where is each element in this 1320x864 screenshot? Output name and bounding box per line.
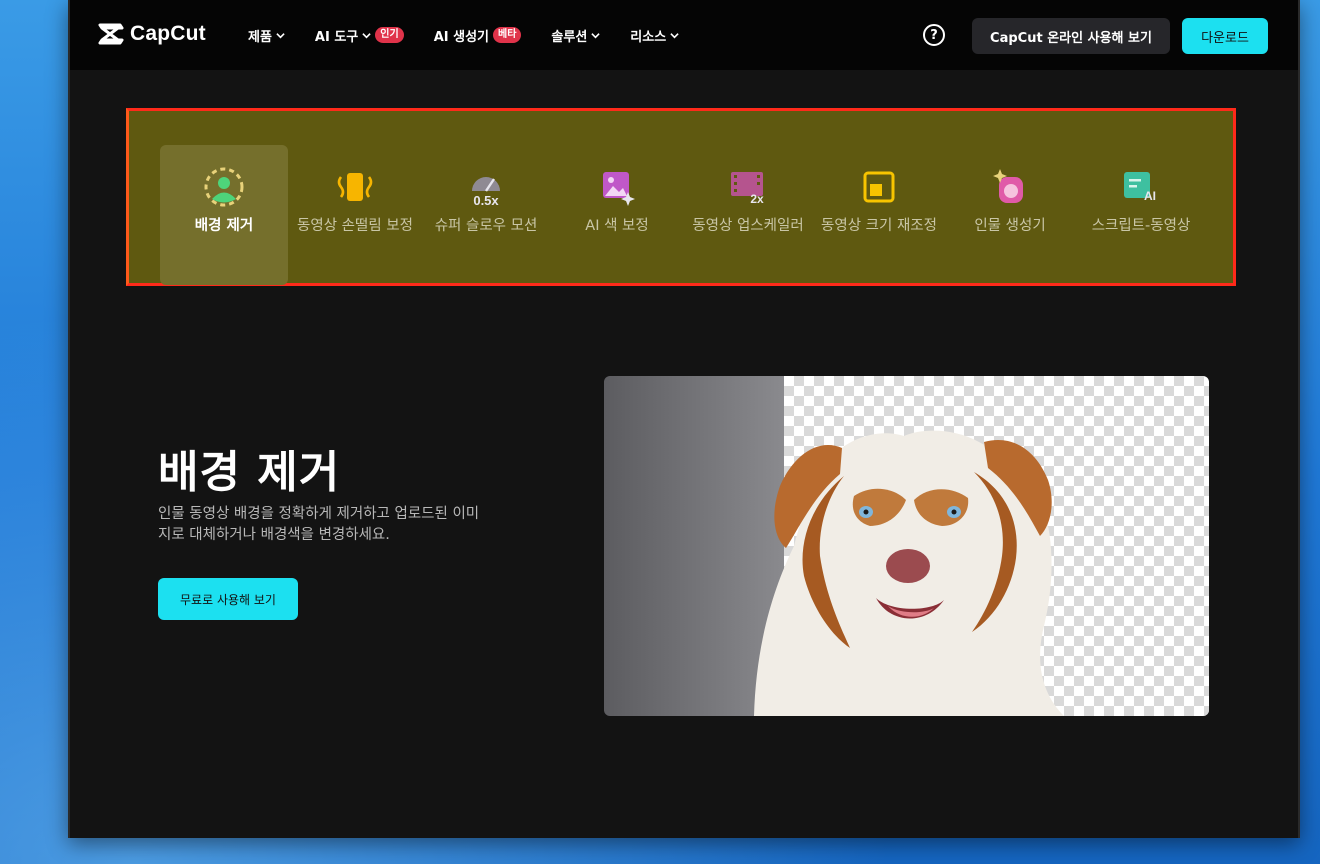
nav-label: 솔루션 bbox=[551, 29, 588, 45]
nav-ai-tools[interactable]: AI 도구 인기 bbox=[315, 24, 404, 46]
image-sparkle-icon bbox=[595, 167, 639, 207]
hero-description: 인물 동영상 배경을 정확하게 제거하고 업로드된 이미지로 대체하거나 배경색… bbox=[158, 506, 480, 543]
nav-ai-generator[interactable]: AI 생성기 베타 bbox=[434, 24, 522, 46]
script-icon-text: AI bbox=[1144, 189, 1156, 203]
chevron-down-icon bbox=[670, 32, 679, 38]
tab-background-removal[interactable]: 배경 제거 bbox=[160, 145, 288, 285]
tab-video-stabilization[interactable]: 동영상 손떨림 보정 bbox=[291, 145, 419, 285]
beta-badge: 베타 bbox=[493, 27, 522, 43]
script-ai-icon: AI bbox=[1119, 167, 1163, 207]
resize-icon bbox=[857, 167, 901, 207]
chevron-down-icon bbox=[362, 32, 371, 38]
nav-resources[interactable]: 리소스 bbox=[630, 24, 679, 46]
tab-portrait-generator[interactable]: 인물 생성기 bbox=[946, 145, 1074, 285]
portrait-sparkle-icon bbox=[988, 167, 1032, 207]
person-cutout-icon bbox=[202, 167, 246, 207]
dog-image bbox=[754, 430, 1064, 716]
slow-motion-icon-text: 0.5x bbox=[473, 193, 499, 207]
tool-label: 슈퍼 슬로우 모션 bbox=[434, 218, 538, 234]
tool-label: 스크립트-동영상 bbox=[1091, 218, 1191, 234]
logo-text: CapCut bbox=[130, 22, 206, 45]
film-2x-icon: 2x bbox=[726, 167, 770, 207]
tab-video-upscaler[interactable]: 2x 동영상 업스케일러 bbox=[684, 145, 812, 285]
chevron-down-icon bbox=[591, 32, 600, 38]
nav-label: AI 생성기 bbox=[433, 29, 489, 45]
tool-label: 동영상 손떨림 보정 bbox=[297, 218, 413, 234]
tool-label: AI 색 보정 bbox=[585, 218, 649, 234]
demo-image bbox=[604, 376, 1209, 716]
capcut-logo-icon bbox=[98, 23, 124, 45]
try-online-button[interactable]: CapCut 온라인 사용해 보기 bbox=[972, 18, 1170, 54]
tool-tabs-highlight: 배경 제거 동영상 손떨림 보정 0.5x 슈퍼 슬로우 모션 AI 색 보정 … bbox=[126, 108, 1236, 286]
slow-motion-icon: 0.5x bbox=[464, 167, 508, 207]
tab-video-resize[interactable]: 동영상 크기 재조정 bbox=[815, 145, 943, 285]
popular-badge: 인기 bbox=[375, 27, 404, 43]
nav-products[interactable]: 제품 bbox=[248, 24, 285, 46]
browser-window: CapCut 제품 AI 도구 인기 AI 생성기 베타 솔루션 리소스 ? C… bbox=[68, 0, 1300, 838]
chevron-down-icon bbox=[276, 32, 285, 38]
nav-label: 제품 bbox=[248, 29, 272, 45]
nav-solutions[interactable]: 솔루션 bbox=[551, 24, 600, 46]
hero-title: 배경 제거 bbox=[158, 447, 341, 498]
download-button[interactable]: 다운로드 bbox=[1182, 18, 1268, 54]
try-free-button[interactable]: 무료로 사용해 보기 bbox=[158, 578, 298, 620]
stabilize-icon bbox=[333, 167, 377, 207]
tool-label: 배경 제거 bbox=[194, 218, 254, 234]
main-nav: 제품 AI 도구 인기 AI 생성기 베타 솔루션 리소스 bbox=[248, 24, 709, 46]
tab-super-slow-motion[interactable]: 0.5x 슈퍼 슬로우 모션 bbox=[422, 145, 550, 285]
tool-label: 동영상 업스케일러 bbox=[692, 218, 804, 234]
tool-label: 인물 생성기 bbox=[974, 218, 1046, 234]
tab-script-to-video[interactable]: AI 스크립트-동영상 bbox=[1077, 145, 1205, 285]
tab-ai-color-correction[interactable]: AI 색 보정 bbox=[553, 145, 681, 285]
top-navigation-bar: CapCut 제품 AI 도구 인기 AI 생성기 베타 솔루션 리소스 ? C… bbox=[70, 0, 1298, 70]
nav-label: 리소스 bbox=[630, 29, 667, 45]
nav-label: AI 도구 bbox=[314, 29, 359, 45]
upscaler-icon-text: 2x bbox=[750, 192, 764, 206]
help-icon[interactable]: ? bbox=[923, 24, 945, 46]
capcut-logo[interactable]: CapCut bbox=[98, 22, 206, 46]
tool-label: 동영상 크기 재조정 bbox=[821, 218, 937, 234]
